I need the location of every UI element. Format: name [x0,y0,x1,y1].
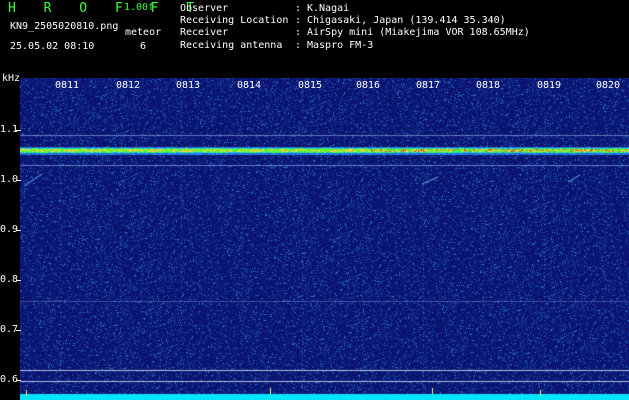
spectrogram-plot [20,78,629,400]
info-label: Receiving antenna [180,39,283,51]
info-row-antenna: Receiving antenna : Maspro FM-3 [180,40,530,52]
y-tick-mark [16,180,21,181]
info-value: Chigasaki, Japan (139.414 35.340) [307,15,506,27]
app-title: H R O F F T [8,1,205,16]
time-label: 0819 [537,80,562,91]
frequency-unit-label: kHz [2,73,21,84]
info-value: K.Nagai [307,3,350,14]
meteor-count: 6 [140,41,147,52]
info-value: AirSpy mini (Miakejima VOR 108.65MHz) [307,27,530,39]
time-label: 0815 [298,80,323,91]
header-panel: H R O F F T 1.00f KN9_2505020810.png met… [0,0,629,72]
spectrogram-canvas [20,78,629,400]
info-row-observer: Observer : K.Nagai [180,3,530,15]
y-tick-mark [16,230,21,231]
info-separator: : [295,3,302,14]
info-value: Maspro FM-3 [307,39,374,51]
time-label: 0817 [416,80,441,91]
time-label: 0814 [237,80,262,91]
info-separator: : [295,15,302,27]
capture-datetime: 25.05.02 08:10 [10,41,95,52]
y-tick-mark [16,330,21,331]
app-version: 1.00f [124,2,155,13]
time-label: 0812 [116,80,141,91]
station-info: Observer : K.Nagai Receiving Location : … [180,3,530,52]
y-tick-mark [16,380,21,381]
info-label: Receiving Location [180,15,289,27]
meteor-label: meteor [125,27,162,38]
time-label: 0820 [596,80,621,91]
info-separator: : [295,39,302,51]
time-label: 0818 [476,80,501,91]
time-label: 0813 [176,80,201,91]
y-tick-mark [16,280,21,281]
info-label: Receiver [180,27,229,39]
y-tick-mark [16,130,21,131]
file-name: KN9_2505020810.png [10,21,119,32]
info-label: Observer [180,3,229,14]
time-label: 0811 [55,80,80,91]
info-row-location: Receiving Location : Chigasaki, Japan (1… [180,15,530,27]
time-label: 0816 [356,80,381,91]
info-row-receiver: Receiver : AirSpy mini (Miakejima VOR 10… [180,27,530,39]
info-separator: : [295,27,302,39]
